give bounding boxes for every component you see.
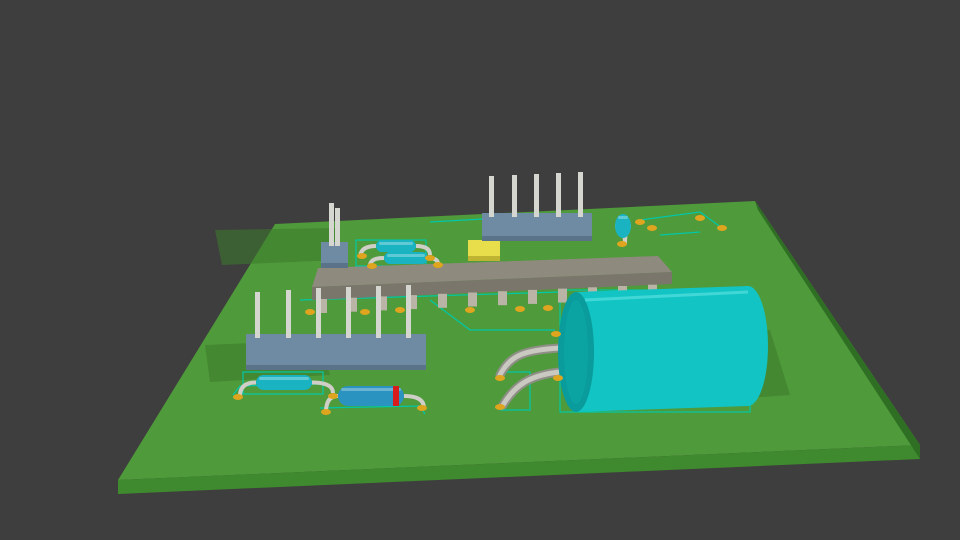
solder-pad bbox=[617, 241, 627, 247]
highlight bbox=[618, 216, 628, 219]
header-pin bbox=[578, 172, 583, 217]
solder-pad bbox=[495, 404, 505, 410]
solder-pad bbox=[395, 307, 405, 313]
solder-pad bbox=[321, 409, 331, 415]
header-shadow bbox=[246, 365, 426, 370]
header-pin bbox=[329, 203, 334, 246]
ic-pin bbox=[498, 291, 507, 306]
solder-pad bbox=[233, 394, 243, 400]
solder-pad bbox=[360, 309, 370, 315]
body bbox=[376, 240, 416, 252]
solder-pad bbox=[305, 309, 315, 315]
solder-pad bbox=[417, 405, 427, 411]
header-pin bbox=[346, 287, 351, 338]
solder-pad bbox=[647, 225, 657, 231]
highlight bbox=[387, 254, 425, 257]
header-pin bbox=[376, 286, 381, 338]
cathode-band bbox=[393, 386, 399, 406]
electrolytic-capacitor bbox=[558, 286, 768, 412]
solder-pad bbox=[551, 331, 561, 337]
solder-pad bbox=[357, 253, 367, 259]
header-pin bbox=[335, 208, 340, 246]
highlight bbox=[379, 242, 413, 245]
header-pin bbox=[406, 285, 411, 338]
ic-pin bbox=[468, 292, 477, 307]
ic-pin bbox=[558, 288, 567, 303]
header-shadow bbox=[321, 263, 348, 268]
solder-pad bbox=[465, 307, 475, 313]
pin-header-5 bbox=[482, 172, 592, 241]
header-pin bbox=[512, 175, 517, 217]
solder-pad bbox=[328, 393, 338, 399]
ic-pin bbox=[438, 293, 447, 308]
solder-pad bbox=[695, 215, 705, 221]
highlight bbox=[259, 377, 309, 380]
solder-pad bbox=[515, 306, 525, 312]
ic-pin bbox=[528, 289, 537, 304]
body bbox=[384, 252, 428, 264]
header-pin bbox=[316, 288, 321, 338]
pcb-3d-render bbox=[118, 172, 920, 494]
solder-pad bbox=[367, 263, 377, 269]
3d-viewport[interactable] bbox=[0, 0, 960, 540]
solder-pad bbox=[495, 375, 505, 381]
solder-pad bbox=[717, 225, 727, 231]
header-pin bbox=[534, 174, 539, 217]
header-body bbox=[246, 334, 426, 370]
solder-pad bbox=[635, 219, 645, 225]
header-pin bbox=[556, 173, 561, 217]
crystal bbox=[468, 240, 500, 261]
solder-pad bbox=[543, 305, 553, 311]
solder-pad bbox=[425, 255, 435, 261]
header-pin bbox=[286, 290, 291, 338]
highlight bbox=[341, 388, 401, 391]
solder-pad bbox=[553, 375, 563, 381]
header-shadow bbox=[482, 236, 592, 241]
solder-pad bbox=[433, 262, 443, 268]
header-pin bbox=[489, 176, 494, 217]
header-pin bbox=[255, 292, 260, 338]
